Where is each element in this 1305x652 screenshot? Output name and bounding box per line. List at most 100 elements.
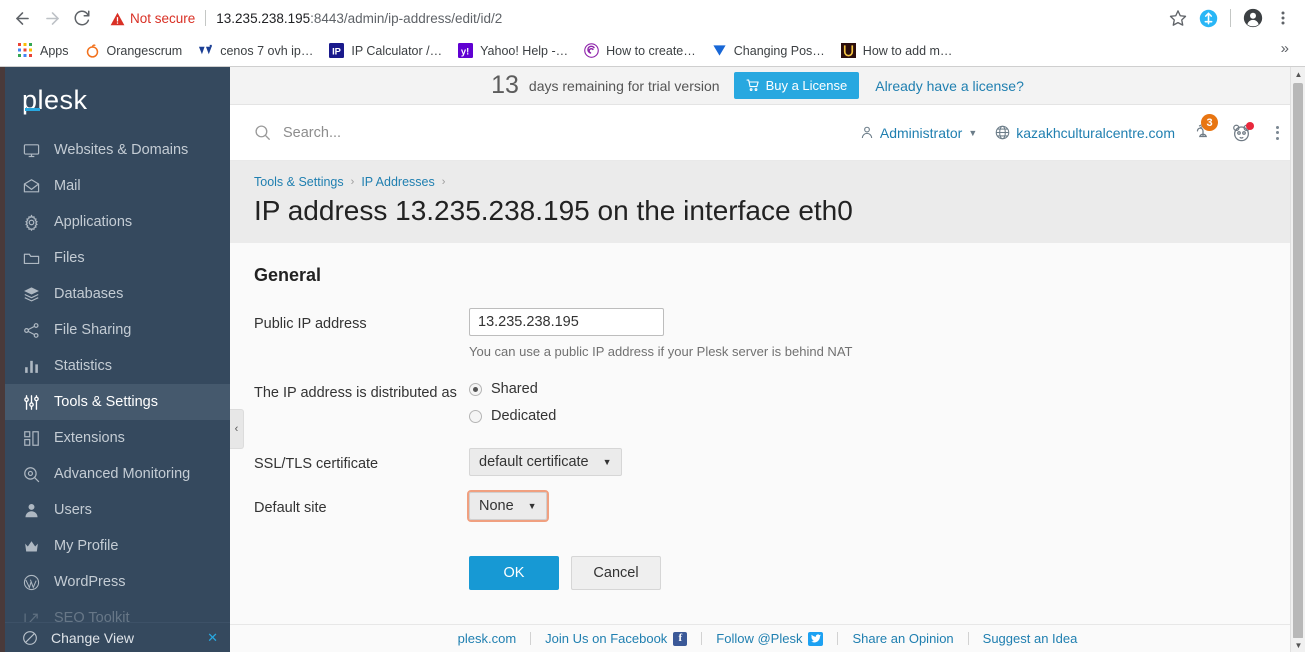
bookmark-cenos[interactable]: cenos 7 ovh ip… bbox=[190, 40, 321, 62]
forward-arrow-icon[interactable] bbox=[38, 4, 66, 32]
radio-option-shared[interactable]: Shared bbox=[469, 381, 1281, 397]
chevron-right-icon: › bbox=[441, 176, 446, 188]
sidebar-item-label: WordPress bbox=[54, 574, 126, 590]
facebook-icon: f bbox=[673, 631, 688, 646]
back-arrow-icon[interactable] bbox=[8, 4, 36, 32]
shopping-cart-icon bbox=[746, 79, 760, 92]
sidebar-item-wordpress[interactable]: WordPress bbox=[0, 564, 230, 600]
sidebar-item-files[interactable]: Files bbox=[0, 240, 230, 276]
sidebar-item-statistics[interactable]: Statistics bbox=[0, 348, 230, 384]
sidebar-item-databases[interactable]: Databases bbox=[0, 276, 230, 312]
database-stack-icon bbox=[22, 285, 40, 303]
crown-icon bbox=[22, 537, 40, 555]
extension-icon[interactable] bbox=[1194, 4, 1222, 32]
breadcrumb-item-ip-addresses[interactable]: IP Addresses bbox=[361, 175, 434, 189]
buy-license-button[interactable]: Buy a License bbox=[733, 72, 860, 99]
bookmark-label: How to add m… bbox=[862, 44, 953, 58]
sidebar-item-file-sharing[interactable]: File Sharing bbox=[0, 312, 230, 348]
scrollbar-thumb[interactable] bbox=[1293, 83, 1303, 639]
chevron-down-icon: ▼ bbox=[527, 501, 537, 512]
bookmark-how-to-add[interactable]: How to add m… bbox=[833, 40, 961, 62]
radio-icon-shared[interactable] bbox=[469, 382, 482, 396]
sidebar-item-tools-settings[interactable]: Tools & Settings bbox=[0, 384, 230, 420]
breadcrumb-item-tools-settings[interactable]: Tools & Settings bbox=[254, 175, 344, 189]
chrome-menu-icon[interactable] bbox=[1269, 4, 1297, 32]
sidebar-item-extensions[interactable]: Extensions bbox=[0, 420, 230, 456]
ssl-certificate-select[interactable]: default certificate ▼ bbox=[469, 448, 622, 477]
orangescrum-favicon bbox=[85, 43, 101, 59]
sidebar-item-label: File Sharing bbox=[54, 322, 132, 338]
assistant-button[interactable] bbox=[1231, 121, 1254, 143]
search-input[interactable] bbox=[281, 123, 541, 142]
howto-create-favicon bbox=[584, 43, 600, 59]
scrollbar-up-arrow[interactable]: ▲ bbox=[1291, 67, 1305, 81]
form-row-default-site: Default site None ▼ bbox=[254, 490, 1281, 523]
howto-add-favicon bbox=[840, 43, 857, 59]
sidebar-collapse-toggle[interactable]: ‹ bbox=[230, 409, 244, 449]
domain-selector[interactable]: kazakhculturalcentre.com bbox=[995, 125, 1175, 141]
sliders-icon bbox=[22, 393, 40, 411]
sidebar-item-websites-domains[interactable]: Websites & Domains bbox=[0, 132, 230, 168]
user-icon bbox=[22, 501, 40, 519]
footer-link-plesk-com[interactable]: plesk.com bbox=[444, 631, 531, 646]
bookmark-yahoo-help[interactable]: y! Yahoo! Help -… bbox=[450, 40, 576, 62]
envelope-icon bbox=[22, 177, 40, 195]
bookmark-apps[interactable]: Apps bbox=[10, 40, 77, 62]
changing-pos-favicon bbox=[712, 43, 728, 59]
footer-link-facebook[interactable]: Join Us on Facebook f bbox=[531, 631, 701, 646]
bookmark-ip-calculator[interactable]: IP IP Calculator /… bbox=[321, 40, 450, 62]
footer-link-share-opinion[interactable]: Share an Opinion bbox=[838, 631, 967, 646]
bookmark-orangescrum[interactable]: Orangescrum bbox=[77, 40, 191, 62]
footer-link-suggest-idea[interactable]: Suggest an Idea bbox=[969, 631, 1092, 646]
reload-icon[interactable] bbox=[68, 4, 96, 32]
address-bar[interactable]: Not secure 13.235.238.195:8443/admin/ip-… bbox=[104, 4, 1162, 32]
plesk-logo[interactable]: plesk bbox=[0, 67, 230, 132]
notifications-button[interactable]: 3 bbox=[1193, 114, 1218, 142]
kebab-menu-icon[interactable] bbox=[1270, 122, 1285, 144]
public-ip-input[interactable] bbox=[469, 308, 664, 337]
folder-icon bbox=[22, 249, 40, 267]
change-view-label: Change View bbox=[51, 629, 135, 646]
already-have-license-link[interactable]: Already have a license? bbox=[875, 78, 1024, 94]
page-scrollbar[interactable]: ▲ ▼ bbox=[1290, 67, 1305, 652]
assistant-alert-dot bbox=[1246, 121, 1254, 130]
sidebar-item-advanced-monitoring[interactable]: Advanced Monitoring bbox=[0, 456, 230, 492]
page-viewport: plesk Websites & Domains Mail Applicatio… bbox=[0, 67, 1305, 652]
sidebar-item-mail[interactable]: Mail bbox=[0, 168, 230, 204]
public-ip-hint: You can use a public IP address if your … bbox=[469, 344, 853, 360]
main-area: 13 days remaining for trial version Buy … bbox=[230, 67, 1305, 652]
sidebar-item-users[interactable]: Users bbox=[0, 492, 230, 528]
domain-label: kazakhculturalcentre.com bbox=[1016, 124, 1175, 141]
change-view-bar[interactable]: Change View ✕ bbox=[5, 622, 230, 652]
radio-option-dedicated[interactable]: Dedicated bbox=[469, 408, 1281, 424]
yahoo-favicon: y! bbox=[458, 43, 474, 59]
bookmarks-bar: Apps Orangescrum cenos 7 ovh ip… IP IP C… bbox=[0, 36, 1305, 66]
breadcrumb: Tools & Settings › IP Addresses › bbox=[254, 175, 1281, 189]
search-box[interactable] bbox=[254, 123, 541, 142]
not-secure-label: Not secure bbox=[130, 10, 196, 26]
bookmark-changing-pos[interactable]: Changing Pos… bbox=[704, 40, 833, 62]
sidebar-item-applications[interactable]: Applications bbox=[0, 204, 230, 240]
bookmark-star-icon[interactable] bbox=[1164, 4, 1192, 32]
public-ip-label: Public IP address bbox=[254, 316, 367, 333]
bookmarks-overflow-button[interactable]: » bbox=[1275, 40, 1295, 57]
administrator-menu[interactable]: Administrator ▼ bbox=[860, 125, 977, 141]
ok-button[interactable]: OK bbox=[469, 556, 559, 591]
footer-link-twitter[interactable]: Follow @Plesk bbox=[702, 631, 837, 646]
toolbar-divider bbox=[1230, 9, 1231, 27]
sidebar-item-label: Websites & Domains bbox=[54, 142, 189, 158]
search-icon bbox=[254, 124, 271, 141]
footer-link-label: Follow @Plesk bbox=[716, 631, 803, 646]
form-actions: OK Cancel bbox=[469, 556, 1281, 591]
sidebar-item-my-profile[interactable]: My Profile bbox=[0, 528, 230, 564]
page-footer: plesk.com Join Us on Facebook f Follow @… bbox=[230, 624, 1305, 652]
default-site-select[interactable]: None ▼ bbox=[467, 490, 549, 523]
ssl-certificate-value: default certificate bbox=[479, 454, 589, 471]
radio-icon-dedicated[interactable] bbox=[469, 409, 482, 423]
cancel-button[interactable]: Cancel bbox=[571, 556, 661, 591]
scrollbar-down-arrow[interactable]: ▼ bbox=[1291, 638, 1305, 652]
sidebar-item-label: My Profile bbox=[54, 538, 119, 554]
close-icon[interactable]: ✕ bbox=[207, 630, 218, 646]
profile-avatar-icon[interactable] bbox=[1239, 4, 1267, 32]
bookmark-how-to-create[interactable]: How to create… bbox=[576, 40, 704, 62]
